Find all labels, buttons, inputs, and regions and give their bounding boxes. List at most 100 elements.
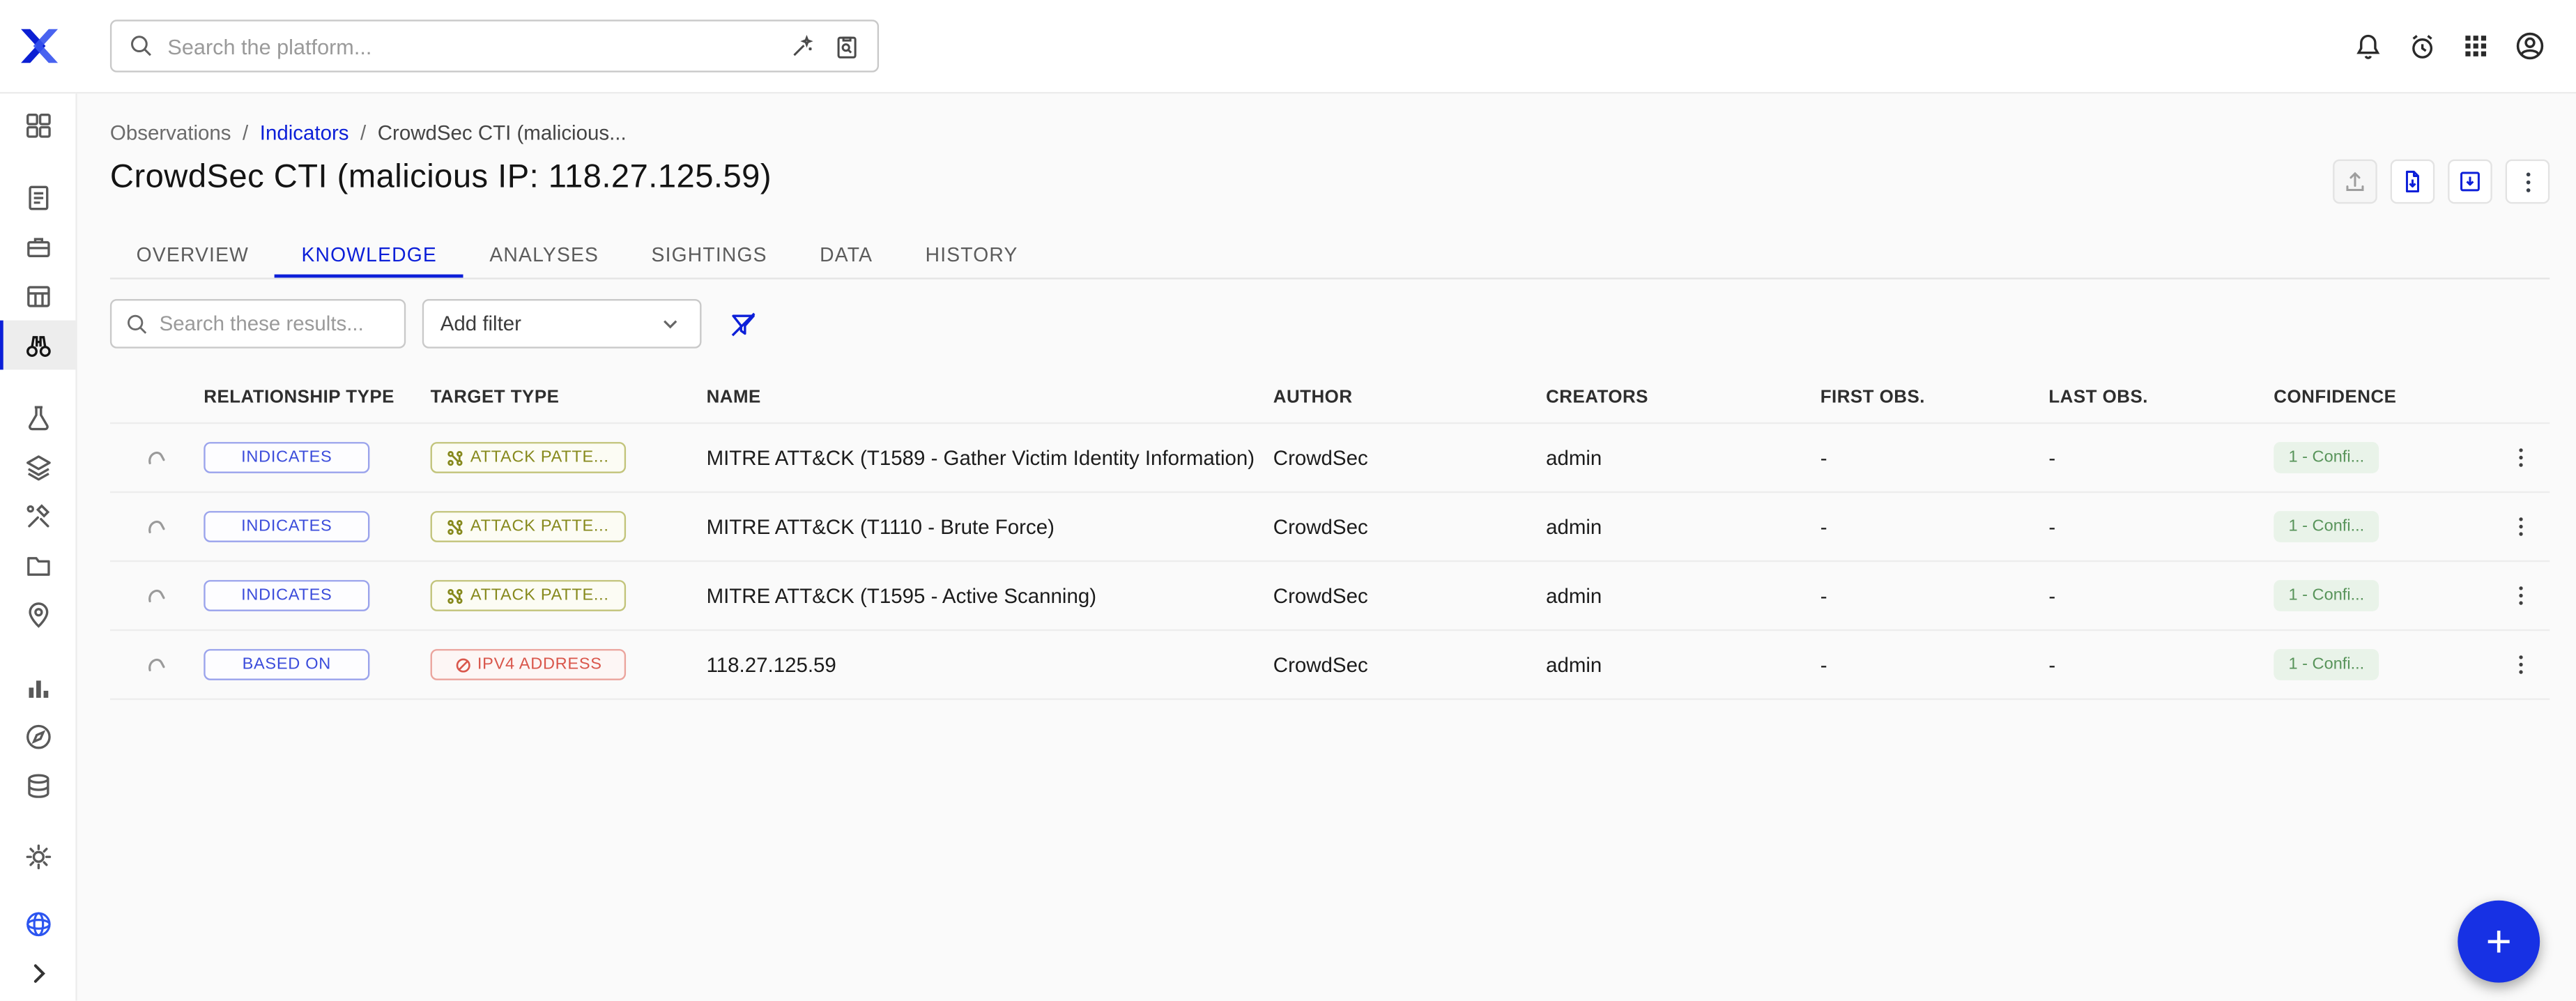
target-type-chip[interactable]: ATTACK PATTE... — [431, 580, 626, 611]
chevron-right-icon — [22, 957, 54, 988]
upload-icon — [2341, 167, 2369, 195]
results-search-input[interactable] — [160, 312, 391, 335]
breadcrumb-observations[interactable]: Observations — [110, 121, 231, 144]
relationship-type-chip[interactable]: INDICATES — [204, 511, 369, 542]
opencti-logo-icon — [14, 22, 63, 71]
tab-overview[interactable]: OVERVIEW — [110, 230, 275, 277]
sidebar-item-techniques[interactable] — [0, 491, 75, 541]
tools-icon — [22, 500, 54, 532]
relationship-type-chip[interactable]: INDICATES — [204, 442, 369, 473]
main-content: Observations / Indicators / CrowdSec CTI… — [77, 93, 2576, 1000]
row-menu-button[interactable] — [2501, 645, 2540, 685]
tab-analyses[interactable]: ANALYSES — [463, 230, 625, 277]
relationship-link-icon — [110, 443, 204, 471]
row-name: 118.27.125.59 — [707, 653, 1273, 676]
platform-search — [110, 20, 879, 72]
platform-search-input[interactable] — [167, 33, 775, 58]
row-name: MITRE ATT&CK (T1595 - Active Scanning) — [707, 584, 1273, 607]
filter-bar: Add filter — [110, 299, 2550, 349]
row-menu-button[interactable] — [2501, 438, 2540, 477]
add-filter-select[interactable]: Add filter — [422, 299, 702, 349]
attack-pattern-icon — [447, 588, 464, 604]
row-menu-button[interactable] — [2501, 507, 2540, 547]
relationship-type-chip[interactable]: BASED ON — [204, 649, 369, 680]
folder-icon — [22, 549, 54, 581]
sidebar-item-events[interactable] — [0, 271, 75, 321]
layers-icon — [22, 451, 54, 482]
sidebar-collapse[interactable] — [0, 948, 75, 998]
col-relationship-type[interactable]: RELATIONSHIP TYPE — [204, 387, 430, 406]
breadcrumb-indicators[interactable]: Indicators — [260, 121, 349, 144]
sidebar-item-entities[interactable] — [0, 540, 75, 590]
search-icon — [128, 33, 155, 59]
table-row[interactable]: BASED ON IPV4 ADDRESS 118.27.125.59 Crow… — [110, 631, 2550, 700]
add-relationship-fab[interactable]: + — [2458, 901, 2540, 983]
apps-grid-icon[interactable] — [2461, 31, 2490, 61]
sidebar-item-xtm-hub[interactable] — [0, 899, 75, 948]
more-options-button[interactable] — [2506, 160, 2550, 204]
file-import-button[interactable] — [2448, 160, 2492, 204]
relationship-type-chip[interactable]: INDICATES — [204, 580, 369, 611]
col-last-obs[interactable]: LAST OBS. — [2048, 387, 2274, 406]
row-author: CrowdSec — [1273, 446, 1546, 469]
target-type-chip[interactable]: IPV4 ADDRESS — [431, 649, 626, 680]
col-target-type[interactable]: TARGET TYPE — [431, 387, 707, 406]
col-name[interactable]: NAME — [707, 387, 1273, 406]
table-row[interactable]: INDICATES ATTACK PATTE... MITRE ATT&CK (… — [110, 424, 2550, 493]
relationship-link-icon — [110, 650, 204, 678]
col-author[interactable]: AUTHOR — [1273, 387, 1546, 406]
compass-icon — [22, 721, 54, 752]
sidebar-item-investigations[interactable] — [0, 712, 75, 761]
sidebar-item-home[interactable] — [0, 100, 75, 150]
row-menu-button[interactable] — [2501, 576, 2540, 616]
sidebar-item-arsenal[interactable] — [0, 442, 75, 491]
tab-knowledge[interactable]: KNOWLEDGE — [275, 230, 463, 277]
sidebar-item-observations[interactable] — [0, 321, 75, 370]
table-row[interactable]: INDICATES ATTACK PATTE... MITRE ATT&CK (… — [110, 493, 2550, 562]
sidebar-item-locations[interactable] — [0, 590, 75, 639]
clear-filters-button[interactable] — [718, 299, 767, 349]
sidebar-item-cases[interactable] — [0, 222, 75, 271]
row-first-obs: - — [1820, 515, 2049, 538]
col-first-obs[interactable]: FIRST OBS. — [1820, 387, 2049, 406]
sidebar-item-settings[interactable] — [0, 832, 75, 881]
breadcrumb-current: CrowdSec CTI (malicious... — [378, 121, 627, 144]
sidebar-item-analyses[interactable] — [0, 172, 75, 222]
row-first-obs: - — [1820, 653, 2049, 676]
topbar — [0, 0, 2576, 93]
sidebar-item-threats[interactable] — [0, 392, 75, 442]
confidence-badge: 1 - Confi... — [2274, 442, 2379, 473]
col-creators[interactable]: CREATORS — [1546, 387, 1820, 406]
kebab-menu-icon — [2508, 583, 2532, 608]
file-export-icon — [2398, 167, 2426, 195]
relationships-table: RELATIONSHIP TYPE TARGET TYPE NAME AUTHO… — [110, 372, 2550, 700]
page-title: CrowdSec CTI (malicious IP: 118.27.125.5… — [110, 160, 772, 197]
alarm-icon[interactable] — [2407, 31, 2438, 62]
target-type-chip[interactable]: ATTACK PATTE... — [431, 511, 626, 542]
report-icon — [22, 181, 54, 213]
target-type-chip[interactable]: ATTACK PATTE... — [431, 442, 626, 473]
kebab-menu-icon — [2508, 445, 2532, 470]
opencti-logo[interactable] — [0, 22, 77, 71]
tab-history[interactable]: HISTORY — [899, 230, 1044, 277]
col-confidence[interactable]: CONFIDENCE — [2274, 387, 2490, 406]
ipv4-icon — [454, 657, 471, 673]
kebab-menu-icon — [2515, 169, 2541, 195]
row-author: CrowdSec — [1273, 653, 1546, 676]
add-filter-label: Add filter — [440, 312, 521, 335]
clipboard-search-icon[interactable] — [833, 32, 861, 60]
sidebar-item-dashboards[interactable] — [0, 662, 75, 712]
row-author: CrowdSec — [1273, 584, 1546, 607]
tab-sightings[interactable]: SIGHTINGS — [625, 230, 794, 277]
sidebar-item-data[interactable] — [0, 761, 75, 810]
table-row[interactable]: INDICATES ATTACK PATTE... MITRE ATT&CK (… — [110, 562, 2550, 631]
file-export-button[interactable] — [2391, 160, 2435, 204]
location-pin-icon — [22, 599, 54, 630]
magic-wand-icon[interactable] — [788, 32, 816, 60]
briefcase-icon — [22, 231, 54, 262]
tab-data[interactable]: DATA — [793, 230, 898, 277]
upload-button[interactable] — [2333, 160, 2377, 204]
notifications-bell-icon[interactable] — [2352, 31, 2384, 62]
gear-icon — [22, 841, 54, 872]
account-icon[interactable] — [2513, 29, 2546, 62]
